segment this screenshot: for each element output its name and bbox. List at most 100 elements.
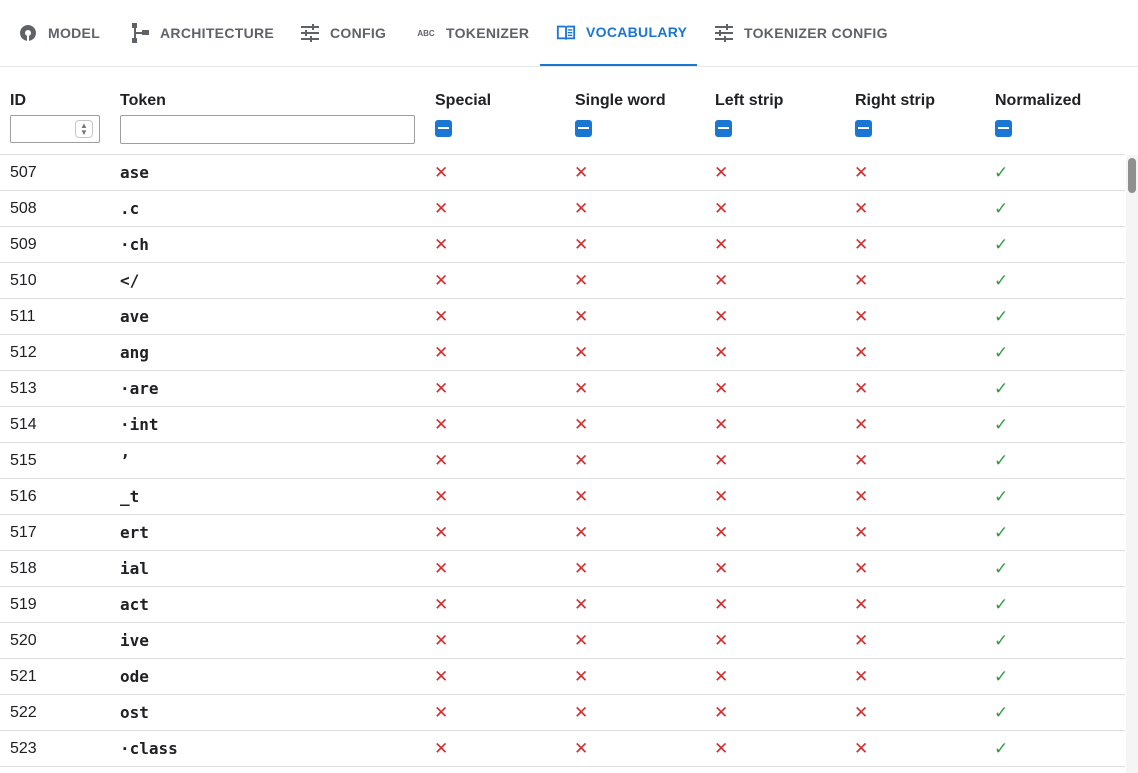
check-icon: ✓ [994,414,1009,434]
id-filter-input[interactable]: ▲ ▼ [10,115,100,143]
single-word-cell: ✕ [574,191,588,226]
table-row[interactable]: 519 act ✕ ✕ ✕ ✕ ✓ [0,587,1125,623]
id-cell: 514 [10,415,37,433]
table-row[interactable]: 512 ang ✕ ✕ ✕ ✕ ✓ [0,335,1125,371]
cross-icon: ✕ [434,486,449,506]
cross-icon: ✕ [574,162,589,182]
cross-icon: ✕ [574,234,589,254]
tab-architecture[interactable]: ARCHITECTURE [130,0,274,66]
number-spinner[interactable]: ▲ ▼ [75,120,93,138]
scrollbar-thumb[interactable] [1128,158,1136,193]
table-row[interactable]: 510 </ ✕ ✕ ✕ ✕ ✓ [0,263,1125,299]
cross-icon: ✕ [574,666,589,686]
check-icon: ✓ [994,702,1009,722]
single-word-cell: ✕ [574,587,588,622]
table-row[interactable]: 517 ert ✕ ✕ ✕ ✕ ✓ [0,515,1125,551]
right-strip-filter-checkbox[interactable] [855,120,872,137]
table-row[interactable]: 523 ·class ✕ ✕ ✕ ✕ ✓ [0,731,1125,767]
token-cell: ·class [120,739,178,758]
left-strip-filter-checkbox[interactable] [715,120,732,137]
chevron-down-icon: ▼ [80,128,88,137]
cross-icon: ✕ [714,702,729,722]
id-cell: 523 [10,739,37,757]
cross-icon: ✕ [434,414,449,434]
table-row[interactable]: 507 ase ✕ ✕ ✕ ✕ ✓ [0,155,1125,191]
tab-model[interactable]: MODEL [18,0,100,66]
normalized-cell: ✓ [994,443,1008,478]
column-header-right-strip[interactable]: Right strip [855,92,935,110]
id-cell: 522 [10,703,37,721]
token-cell: ave [120,307,149,326]
table-row[interactable]: 518 ial ✕ ✕ ✕ ✕ ✓ [0,551,1125,587]
sliders-icon [714,23,734,43]
tab-bar: MODEL ARCHITECTURE CONFIG ABC TOKENIZER … [0,0,1138,67]
right-strip-cell: ✕ [854,191,868,226]
tab-label: VOCABULARY [586,24,688,40]
special-filter-checkbox[interactable] [435,120,452,137]
cross-icon: ✕ [854,486,869,506]
left-strip-cell: ✕ [714,371,728,406]
right-strip-cell: ✕ [854,587,868,622]
cross-icon: ✕ [854,594,869,614]
column-header-special[interactable]: Special [435,92,491,110]
cross-icon: ✕ [434,630,449,650]
cross-icon: ✕ [434,306,449,326]
left-strip-cell: ✕ [714,695,728,730]
tab-tokenizer-config[interactable]: TOKENIZER CONFIG [714,0,888,66]
right-strip-cell: ✕ [854,515,868,550]
column-header-normalized[interactable]: Normalized [995,92,1081,110]
table-row[interactable]: 513 ·are ✕ ✕ ✕ ✕ ✓ [0,371,1125,407]
table-row[interactable]: 516 _t ✕ ✕ ✕ ✕ ✓ [0,479,1125,515]
cross-icon: ✕ [854,198,869,218]
left-strip-cell: ✕ [714,299,728,334]
table-row[interactable]: 522 ost ✕ ✕ ✕ ✕ ✓ [0,695,1125,731]
right-strip-cell: ✕ [854,551,868,586]
left-strip-cell: ✕ [714,335,728,370]
token-cell: ost [120,703,149,722]
tab-vocabulary[interactable]: VOCABULARY [540,0,697,66]
column-header-single-word[interactable]: Single word [575,92,666,110]
id-cell: 520 [10,631,37,649]
normalized-cell: ✓ [994,623,1008,658]
special-cell: ✕ [434,191,448,226]
cross-icon: ✕ [434,594,449,614]
column-header-id[interactable]: ID [10,92,26,110]
cross-icon: ✕ [854,378,869,398]
special-cell: ✕ [434,299,448,334]
left-strip-cell: ✕ [714,407,728,442]
table-row[interactable]: 508 .c ✕ ✕ ✕ ✕ ✓ [0,191,1125,227]
table-row[interactable]: 511 ave ✕ ✕ ✕ ✕ ✓ [0,299,1125,335]
cross-icon: ✕ [434,378,449,398]
check-icon: ✓ [994,522,1009,542]
check-icon: ✓ [994,630,1009,650]
scrollbar-track[interactable] [1126,155,1138,773]
single-word-cell: ✕ [574,623,588,658]
table-row[interactable]: 509 ·ch ✕ ✕ ✕ ✕ ✓ [0,227,1125,263]
table-row[interactable]: 521 ode ✕ ✕ ✕ ✕ ✓ [0,659,1125,695]
tab-config[interactable]: CONFIG [300,0,386,66]
table-row[interactable]: 515 ’ ✕ ✕ ✕ ✕ ✓ [0,443,1125,479]
cross-icon: ✕ [854,522,869,542]
token-cell: ert [120,523,149,542]
table-row[interactable]: 520 ive ✕ ✕ ✕ ✕ ✓ [0,623,1125,659]
normalized-cell: ✓ [994,299,1008,334]
check-icon: ✓ [994,666,1009,686]
id-cell: 513 [10,379,37,397]
token-cell: .c [120,199,140,218]
normalized-cell: ✓ [994,659,1008,694]
cross-icon: ✕ [714,198,729,218]
cross-icon: ✕ [714,378,729,398]
tab-tokenizer[interactable]: ABC TOKENIZER [416,0,529,66]
normalized-cell: ✓ [994,227,1008,262]
cross-icon: ✕ [854,342,869,362]
cross-icon: ✕ [714,522,729,542]
single-word-filter-checkbox[interactable] [575,120,592,137]
column-header-left-strip[interactable]: Left strip [715,92,783,110]
check-icon: ✓ [994,198,1009,218]
table-row[interactable]: 514 ·int ✕ ✕ ✕ ✕ ✓ [0,407,1125,443]
check-icon: ✓ [994,342,1009,362]
column-header-token[interactable]: Token [120,92,166,110]
cross-icon: ✕ [434,702,449,722]
token-filter-input[interactable] [120,115,415,144]
normalized-filter-checkbox[interactable] [995,120,1012,137]
